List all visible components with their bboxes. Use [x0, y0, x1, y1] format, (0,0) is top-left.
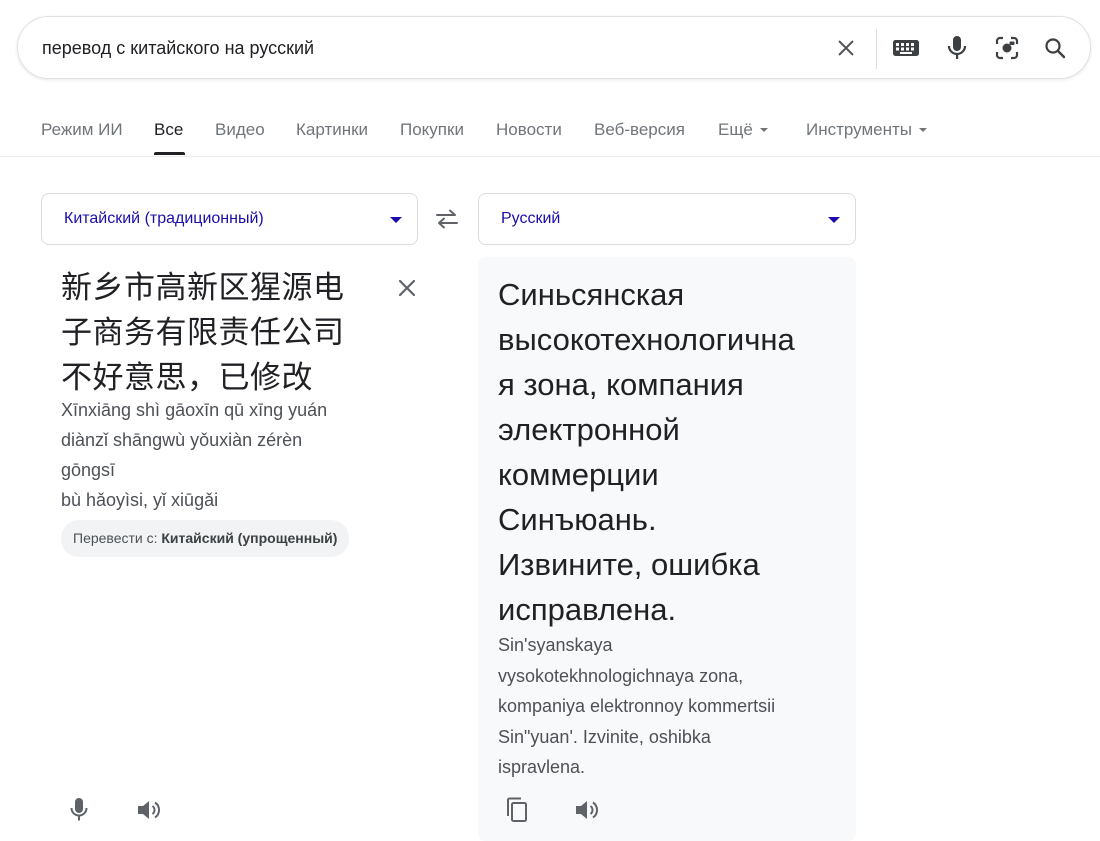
search-bar [17, 16, 1091, 79]
keyboard-icon[interactable] [890, 32, 922, 64]
microphone-icon [70, 798, 88, 821]
translation-panel: Синьсянская высокотехнологична я зона, к… [478, 257, 856, 841]
translation-line: Синьсянская [498, 277, 685, 312]
clear-source-button[interactable] [392, 273, 422, 303]
translation-line: Извините, ошибка [498, 547, 760, 582]
search-tabs: Режим ИИ Все Видео Картинки Покупки Ново… [0, 100, 1100, 157]
transliteration-line: Sin"yuan'. Izvinite, oshibka [498, 726, 711, 747]
tab-web[interactable]: Веб-версия [594, 120, 685, 140]
source-line: 新乡市高新区猩源电 [61, 270, 345, 306]
translation-text: Синьсянская высокотехнологична я зона, к… [498, 272, 848, 632]
source-language-select[interactable]: Китайский (традиционный) [41, 193, 418, 245]
translation-transliteration: Sin'syanskaya vysokotekhnologichnaya zon… [498, 630, 848, 783]
microphone-icon[interactable] [941, 32, 973, 64]
tab-tools[interactable]: Инструменты [806, 120, 928, 140]
transliteration-line: ispravlena. [498, 757, 586, 777]
pinyin-line: diànzǐ shāngwù yǒuxiàn zérèn [61, 430, 303, 450]
tab-ai-mode[interactable]: Режим ИИ [41, 120, 123, 140]
transliteration-line: kompaniya elektronnoy kommertsii [498, 696, 776, 716]
translation-line: я зона, компания [498, 367, 744, 402]
tab-more[interactable]: Ещё [718, 120, 768, 140]
translate-from-chip[interactable]: Перевести с: Китайский (упрощенный) [61, 520, 350, 557]
tab-all[interactable]: Все [154, 120, 183, 140]
translation-line: Синъюань. [498, 502, 657, 537]
caret-down-icon [390, 217, 402, 223]
tab-video[interactable]: Видео [215, 120, 265, 140]
copy-icon [507, 797, 527, 822]
speaker-icon [138, 801, 161, 819]
chevron-down-icon [919, 127, 928, 132]
lens-icon[interactable] [991, 32, 1023, 64]
source-microphone-button[interactable] [61, 792, 97, 828]
target-language-label: Русский [501, 210, 561, 227]
translate-from-prefix: Перевести с: [73, 530, 158, 546]
speaker-icon [576, 801, 599, 819]
pinyin-line: bù hǎoyìsi, yǐ xiūgǎi [61, 490, 219, 510]
tab-more-label: Ещё [718, 120, 753, 139]
pinyin-line: gōngsī [61, 460, 116, 480]
tab-tools-label: Инструменты [806, 120, 913, 139]
search-input[interactable] [42, 35, 802, 61]
swap-languages-button[interactable] [430, 203, 464, 235]
close-icon [398, 279, 416, 297]
source-listen-button[interactable] [131, 792, 167, 828]
search-icon[interactable] [1039, 32, 1071, 64]
translation-line: исправлена. [498, 592, 677, 627]
transliteration-line: vysokotekhnologichnaya zona, [498, 665, 744, 686]
copy-translation-button[interactable] [499, 792, 535, 828]
active-tab-indicator [154, 152, 185, 155]
clear-icon[interactable] [830, 32, 862, 64]
tab-images[interactable]: Картинки [296, 120, 368, 140]
tab-news[interactable]: Новости [496, 120, 562, 140]
source-language-label: Китайский (традиционный) [64, 210, 264, 227]
translation-listen-button[interactable] [569, 792, 605, 828]
chevron-down-icon [759, 127, 768, 132]
translation-line: коммерции [498, 457, 659, 492]
source-text[interactable]: 新乡市高新区猩源电 子商务有限责任公司 不好意思，已修改 [61, 266, 391, 401]
swap-icon [436, 209, 458, 229]
transliteration-line: Sin'syanskaya [498, 635, 613, 655]
translation-line: электронной [498, 412, 680, 447]
tab-shopping[interactable]: Покупки [400, 120, 464, 140]
pinyin-transliteration: Xīnxiāng shì gāoxīn qū xīng yuán diànzǐ … [61, 395, 391, 515]
target-language-select[interactable]: Русский [478, 193, 856, 245]
search-divider [876, 29, 877, 69]
pinyin-line: Xīnxiāng shì gāoxīn qū xīng yuán [61, 400, 328, 420]
translate-from-language: Китайский (упрощенный) [161, 530, 338, 546]
source-line: 子商务有限责任公司 [61, 315, 345, 351]
translation-line: высокотехнологична [498, 322, 795, 357]
caret-down-icon [828, 217, 840, 223]
